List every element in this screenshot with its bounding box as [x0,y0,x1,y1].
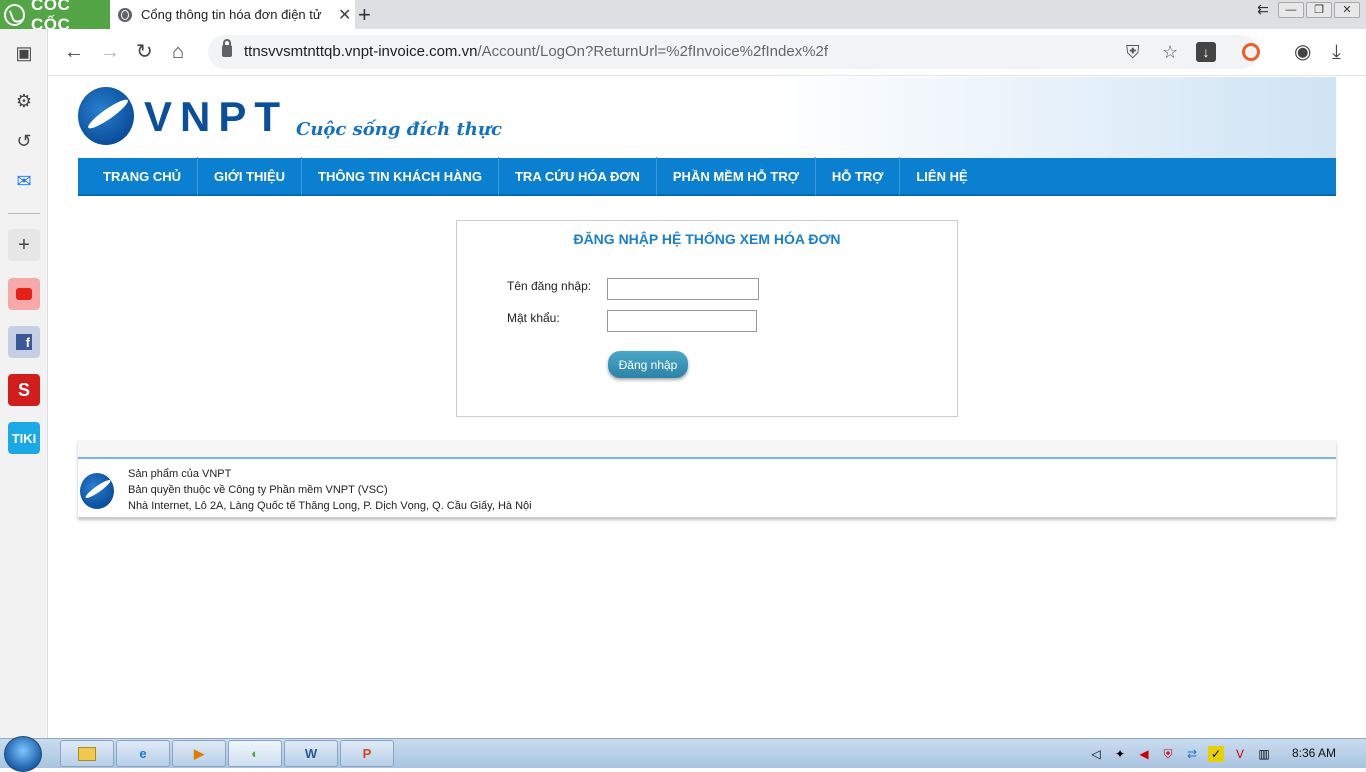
footer-copyright-line: Bản quyền thuộc về Công ty Phần mềm VNPT… [128,484,388,496]
footer-address-line: Nhà Internet, Lô 2A, Làng Quốc tế Thăng … [128,500,532,512]
site-header: VNPT Cuộc sống đích thực [78,77,1336,158]
tray-teamviewer-icon[interactable]: ⇄ [1184,746,1200,762]
tray-security-icon[interactable]: ⛨ [1160,746,1176,762]
coccoc-taskbar-icon[interactable]: ◐ [228,740,282,767]
vnpt-logo-text[interactable]: VNPT [144,93,288,141]
nav-item-support[interactable]: HỖ TRỢ [816,157,901,195]
nav-item-home[interactable]: TRANG CHỦ [78,157,198,195]
globe-icon [118,7,132,22]
nav-item-invoice-lookup[interactable]: TRA CỨU HÓA ĐƠN [499,157,657,195]
start-button-icon[interactable] [4,736,42,772]
vnpt-footer-logo-icon [80,473,114,509]
downloads-icon[interactable]: ⤓ [1332,41,1341,63]
youtube-icon[interactable] [8,278,40,310]
close-tab-icon[interactable]: ✕ [338,5,351,25]
close-window-button[interactable]: ✕ [1334,2,1360,18]
forward-arrow-icon[interactable]: → [100,41,120,63]
settings-gear-icon[interactable]: ⚙ [8,85,40,117]
tray-speaker-icon[interactable]: ◀ [1136,746,1152,762]
home-icon[interactable]: ⌂ [172,41,184,63]
vnpt-logo-icon[interactable] [78,87,134,145]
username-label: Tên đăng nhập: [507,279,592,293]
coccoc-menu-button[interactable]: CỐC CỐC [0,0,110,34]
sidebar-divider [8,213,40,214]
media-player-icon[interactable]: ▶ [172,740,226,767]
web-page: VNPT Cuộc sống đích thực TRANG CHỦ GIỚI … [48,77,1366,738]
site-footer: Sản phẩm của VNPT Bản quyền thuộc về Côn… [78,440,1336,518]
window-controls: ⇇ — ❐ ✕ [1250,2,1360,18]
site-slogan: Cuộc sống đích thực [296,119,502,140]
address-bar[interactable]: ttnsvvsmtnttqb.vnpt-invoice.com.vn/Accou… [208,35,1258,69]
tab-title: Cổng thông tin hóa đơn điện tử [141,7,322,22]
minimize-button[interactable]: — [1278,2,1304,18]
bookmark-star-icon[interactable]: ☆ [1162,42,1178,63]
taskbar-clock[interactable]: 8:36 AM [1292,746,1336,760]
username-input[interactable] [607,278,759,300]
tray-antivirus-icon[interactable]: V [1232,746,1248,762]
messenger-icon[interactable]: ✉ [8,165,40,197]
shopee-icon[interactable]: S [8,374,40,406]
password-label: Mật khẩu: [507,311,560,325]
coccoc-logo-icon [4,3,25,26]
url-host: ttnsvvsmtnttqb.vnpt-invoice.com.vn [244,43,478,60]
footer-product-line: Sản phẩm của VNPT [128,468,232,480]
add-shortcut-icon[interactable]: + [8,229,40,261]
profile-avatar-icon[interactable]: ◉ [1294,41,1311,63]
nav-item-support-software[interactable]: PHẦN MỀM HỖ TRỢ [657,157,816,195]
browser-tab[interactable]: Cổng thông tin hóa đơn điện tử ✕ [110,0,355,29]
back-arrow-icon[interactable]: ← [64,41,84,63]
main-navigation: TRANG CHỦ GIỚI THIỆU THÔNG TIN KHÁCH HÀN… [78,157,1336,196]
maximize-button[interactable]: ❐ [1306,2,1332,18]
tray-notes-icon[interactable]: ✓ [1208,746,1224,762]
shield-icon[interactable]: ⛨ [1126,42,1140,63]
password-input[interactable] [607,310,757,332]
nav-item-about[interactable]: GIỚI THIỆU [198,157,303,195]
restore-back-icon[interactable]: ⇇ [1250,2,1276,18]
browser-toolbar: ← → ↻ ⌂ ttnsvvsmtnttqb.vnpt-invoice.com.… [48,29,1366,76]
file-explorer-icon[interactable] [60,740,114,767]
nav-item-contact[interactable]: LIÊN HỆ [900,157,983,195]
login-button[interactable]: Đăng nhập [608,351,688,378]
extension-icon[interactable] [1242,43,1260,61]
footer-divider [78,440,1336,459]
history-icon[interactable]: ↺ [8,125,40,157]
savefrom-download-icon[interactable]: ↓ [1196,42,1216,62]
lock-icon[interactable] [222,39,232,57]
sidebar-toggle-icon[interactable]: ▣ [8,37,40,69]
internet-explorer-icon[interactable]: e [116,740,170,767]
browser-titlebar: CỐC CỐC Cổng thông tin hóa đơn điện tử ✕… [0,0,1366,34]
windows-taskbar: e ▶ ◐ W P ◁ ✦ ◀ ⛨ ⇄ ✓ V ▥ 8:36 AM [0,736,1366,772]
facebook-icon[interactable]: f [8,326,40,358]
url-path: /Account/LogOn?ReturnUrl=%2fInvoice%2fIn… [477,43,829,60]
nav-item-customer-info[interactable]: THÔNG TIN KHÁCH HÀNG [302,157,499,195]
url-text[interactable]: ttnsvvsmtnttqb.vnpt-invoice.com.vn/Accou… [244,43,828,60]
tray-network-icon[interactable]: ▥ [1256,746,1272,762]
word-icon[interactable]: W [284,740,338,767]
tray-volume-icon[interactable]: ◁ [1088,746,1104,762]
login-title: ĐĂNG NHẬP HỆ THỐNG XEM HÓA ĐƠN [573,231,841,247]
tray-dropbox-icon[interactable]: ✦ [1112,746,1128,762]
reload-icon[interactable]: ↻ [136,41,153,63]
tiki-icon[interactable]: TIKI [8,422,40,454]
powerpoint-icon[interactable]: P [340,740,394,767]
new-tab-button[interactable]: + [358,2,371,28]
login-form: ĐĂNG NHẬP HỆ THỐNG XEM HÓA ĐƠN Tên đăng … [456,220,958,417]
browser-sidebar: ▣ ⚙ ↺ ✉ + f S TIKI [0,29,48,738]
